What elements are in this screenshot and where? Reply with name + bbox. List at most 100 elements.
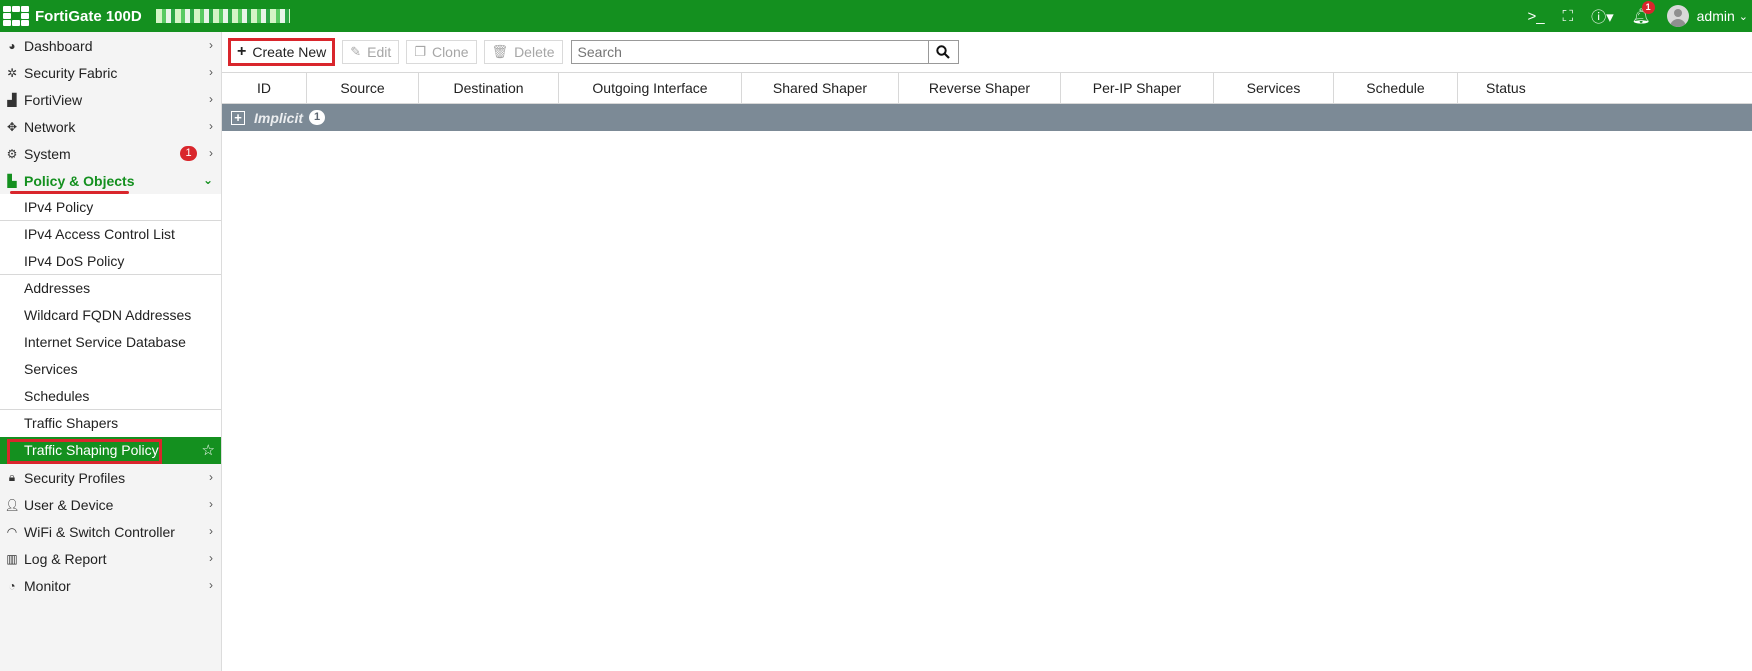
chevron-right-icon: › <box>209 524 213 538</box>
sidebar-item-network[interactable]: ✥ Network › <box>0 113 221 140</box>
create-new-button[interactable]: + Create New <box>228 38 336 66</box>
sidebar-item-label: Monitor <box>24 577 71 594</box>
wifi-icon: ◠ <box>6 524 18 539</box>
chevron-right-icon: › <box>209 497 213 511</box>
search-input[interactable] <box>570 40 929 64</box>
chevron-right-icon: › <box>209 119 213 133</box>
group-count-badge: 1 <box>309 110 326 125</box>
star-icon[interactable]: ☆ <box>202 441 215 459</box>
column-header[interactable]: Status <box>1458 73 1752 103</box>
toolbar: + Create New ✎ Edit ❐ Clone 🗑︎ Delete <box>222 32 1752 72</box>
logo-grid-icon <box>3 6 29 26</box>
chart-icon: ▟ <box>7 92 17 107</box>
sidebar-item-label: WiFi & Switch Controller <box>24 523 175 540</box>
chevron-right-icon: › <box>209 92 213 106</box>
sidebar-subitem-schedules[interactable]: Schedules <box>0 383 221 410</box>
device-name: FortiGate 100D <box>35 7 142 25</box>
sidebar-subitem-addresses[interactable]: Addresses <box>0 275 221 302</box>
chevron-right-icon: › <box>209 146 213 160</box>
sidebar-item-label: Policy & Objects <box>24 172 135 189</box>
fullscreen-icon[interactable]: ⛶ <box>1563 8 1574 25</box>
sidebar-item-security-profiles[interactable]: 🔒︎ Security Profiles › <box>0 464 221 491</box>
policy-icon: ▙ <box>7 173 17 188</box>
chevron-right-icon: › <box>209 65 213 79</box>
cli-console-icon[interactable]: >_ <box>1527 8 1544 25</box>
column-header[interactable]: Schedule <box>1334 73 1458 103</box>
sidebar-item-system[interactable]: ⚙ System 1 › <box>0 140 221 167</box>
expand-icon[interactable]: + <box>231 110 245 125</box>
fabric-icon: ✲ <box>6 65 18 80</box>
sidebar-item-label: Network <box>24 118 76 135</box>
sidebar-item-label: System <box>24 145 71 162</box>
pencil-icon: ✎ <box>350 44 362 59</box>
sidebar-item-label: Dashboard <box>24 37 93 54</box>
edit-button[interactable]: ✎ Edit <box>342 40 400 64</box>
sidebar-item-dashboard[interactable]: ◕ Dashboard › <box>0 32 221 59</box>
clone-label: Clone <box>431 44 469 60</box>
user-menu[interactable]: admin <box>1697 8 1735 24</box>
group-label: Implicit <box>254 109 304 126</box>
dashboard-icon: ◕ <box>8 38 16 53</box>
column-header[interactable]: Outgoing Interface <box>559 73 742 103</box>
avatar[interactable] <box>1666 5 1689 27</box>
sidebar-item-fortiview[interactable]: ▟ FortiView › <box>0 86 221 113</box>
status-badge: 1 <box>180 146 197 161</box>
user-icon: 👤︎ <box>4 497 20 512</box>
column-header[interactable]: Destination <box>419 73 559 103</box>
sidebar-item-label: Security Fabric <box>24 64 118 81</box>
sidebar-item-user-device[interactable]: 👤︎ User & Device › <box>0 491 221 518</box>
sidebar-subitem-traffic-shapers[interactable]: Traffic Shapers <box>0 410 221 437</box>
chevron-down-icon: ⌄ <box>202 173 213 187</box>
notification-badge: 1 <box>1641 1 1655 14</box>
sidebar-subitem-ipv4-dos-policy[interactable]: IPv4 DoS Policy <box>0 248 221 275</box>
annotation-underline <box>10 191 129 194</box>
sidebar-subitem-internet-service-db[interactable]: Internet Service Database <box>0 329 221 356</box>
column-header[interactable]: Services <box>1214 73 1334 103</box>
sidebar-subitem-traffic-shaping-policy[interactable]: Traffic Shaping Policy ☆ <box>0 437 221 464</box>
sidebar-subitem-services[interactable]: Services <box>0 356 221 383</box>
chevron-down-icon[interactable]: ⌄ <box>1739 10 1748 23</box>
column-header[interactable]: ID <box>222 73 307 103</box>
sidebar-subitem-ipv4-acl[interactable]: IPv4 Access Control List <box>0 221 221 248</box>
chevron-right-icon: › <box>209 470 213 484</box>
table-header: ID Source Destination Outgoing Interface… <box>222 72 1752 104</box>
sidebar-item-policy-objects[interactable]: ▙ Policy & Objects ⌄ <box>0 167 221 194</box>
column-header[interactable]: Per-IP Shaper <box>1061 73 1214 103</box>
sidebar-subitem-ipv4-policy[interactable]: IPv4 Policy <box>0 194 221 221</box>
column-header[interactable]: Source <box>307 73 419 103</box>
network-icon: ✥ <box>6 119 18 134</box>
sidebar-item-security-fabric[interactable]: ✲ Security Fabric › <box>0 59 221 86</box>
lock-icon: 🔒︎ <box>8 470 16 484</box>
plus-icon: + <box>237 43 247 60</box>
clone-icon: ❐ <box>414 44 426 59</box>
sidebar-item-monitor[interactable]: ◔ Monitor › <box>0 572 221 599</box>
chevron-right-icon: › <box>209 38 213 52</box>
search-icon <box>936 45 950 59</box>
annotation-box <box>7 439 162 464</box>
clone-button[interactable]: ❐ Clone <box>406 40 477 64</box>
sidebar-item-log-report[interactable]: ▥ Log & Report › <box>0 545 221 572</box>
delete-label: Delete <box>514 44 555 60</box>
sidebar-subitem-wildcard-fqdn[interactable]: Wildcard FQDN Addresses <box>0 302 221 329</box>
sidebar-item-wifi-switch[interactable]: ◠ WiFi & Switch Controller › <box>0 518 221 545</box>
sidebar: ◕ Dashboard › ✲ Security Fabric › ▟ Fort… <box>0 32 222 671</box>
help-icon[interactable]: ⓘ▾ <box>1591 6 1614 27</box>
delete-button[interactable]: 🗑︎ Delete <box>483 40 563 64</box>
log-icon: ▥ <box>6 551 18 566</box>
sidebar-item-label: User & Device <box>24 496 114 513</box>
edit-label: Edit <box>367 44 392 60</box>
chevron-right-icon: › <box>209 578 213 592</box>
sidebar-item-label: Log & Report <box>24 550 107 567</box>
notifications-bell-icon[interactable]: 🔔︎ 1 <box>1632 1 1655 25</box>
trash-icon: 🗑︎ <box>491 44 509 59</box>
sidebar-item-label: FortiView <box>24 91 83 108</box>
fortinet-logo[interactable]: FortiGate 100D <box>3 6 142 26</box>
column-header[interactable]: Shared Shaper <box>742 73 899 103</box>
table-group-row[interactable]: + Implicit 1 <box>222 104 1752 131</box>
monitor-icon: ◔ <box>8 578 16 593</box>
column-header[interactable]: Reverse Shaper <box>899 73 1061 103</box>
search-button[interactable] <box>928 40 959 64</box>
chevron-right-icon: › <box>209 551 213 565</box>
gear-icon: ⚙ <box>6 146 18 161</box>
sidebar-item-label: Security Profiles <box>24 469 126 486</box>
